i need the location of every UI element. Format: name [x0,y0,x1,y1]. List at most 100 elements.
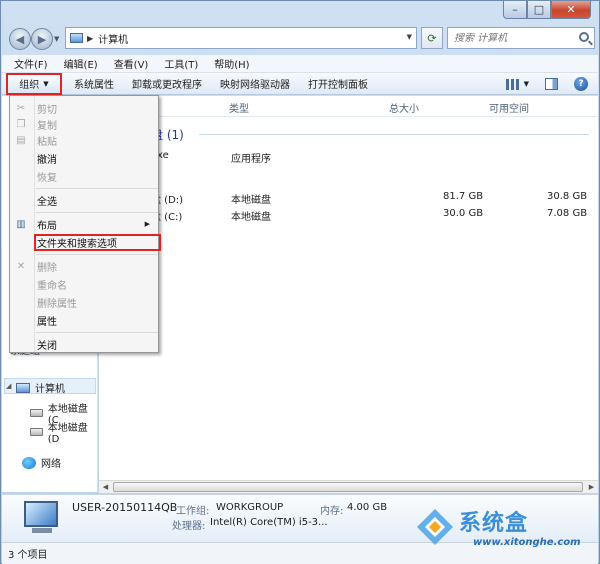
toolbar-right: ▼ ? [505,73,598,95]
app-type: 应用程序 [231,154,271,165]
menu-separator [36,332,158,333]
column-free-space[interactable]: 可用空间 [489,98,529,116]
close-button[interactable]: ✕ [551,1,591,19]
arrow-left-icon: ◀ [15,32,25,46]
scroll-thumb[interactable] [113,482,583,492]
breadcrumb-computer[interactable]: 计算机 [98,31,128,46]
cpu-value: Intel(R) Core(TM) i5-3... [210,517,328,528]
scroll-left-icon[interactable]: ◀ [99,481,112,493]
search-input[interactable] [454,32,572,44]
computer-icon [16,382,30,393]
column-total-size[interactable]: 总大小 [389,98,419,116]
menu-separator [36,254,158,255]
change-view-icon[interactable] [505,78,520,90]
computer-name: USER-20150114QB [72,501,178,514]
menu-item-redo[interactable]: 恢复 [37,168,57,184]
maximize-button[interactable]: □ [527,1,551,19]
memory-value: 4.00 GB [347,502,388,513]
help-icon[interactable]: ? [574,77,588,91]
recent-pages-dropdown[interactable]: ▼ [54,35,59,43]
paste-icon: ▤ [16,134,26,146]
scissors-icon: ✂ [16,102,26,114]
menu-item-paste[interactable]: 粘贴 [37,132,57,148]
view-dropdown-icon[interactable]: ▼ [524,80,529,88]
search-icon[interactable] [579,32,589,42]
header-divider [99,116,598,117]
watermark-text: 系统盒 [459,511,529,536]
menu-separator [36,188,158,189]
computer-icon [70,33,83,43]
drive-c-free: 7.08 GB [547,208,588,219]
drive-d-type: 本地磁盘 [231,195,271,206]
nav-computer[interactable]: 计算机 [16,380,65,395]
menu-tools[interactable]: 工具(T) [164,56,198,71]
menu-edit[interactable]: 编辑(E) [64,56,98,71]
submenu-arrow-icon: ▶ [144,220,150,228]
item-count: 3 个项目 [8,550,48,561]
menu-item-undo[interactable]: 撤消 [37,150,57,166]
group-divider [199,134,589,135]
menu-item-cut[interactable]: 剪切 [37,100,57,116]
workgroup-label: 工作组: [176,506,210,517]
watermark: 系统盒 www.xitonghe.com [411,499,600,564]
address-row: ◀ ▶ ▼ ▶ 计算机 ▼ ⟳ [7,27,595,51]
address-dropdown-icon[interactable]: ▼ [407,33,412,41]
search-box[interactable] [447,27,595,49]
forward-button[interactable]: ▶ [31,28,53,50]
cpu-label: 处理器: [172,521,206,532]
system-properties-button[interactable]: 系统属性 [68,73,120,95]
scroll-right-icon[interactable]: ▶ [585,481,598,493]
menu-view[interactable]: 查看(V) [114,56,149,71]
computer-stand-icon [32,528,52,533]
nav-network-label: 网络 [41,459,61,470]
menu-bar: 文件(F) 编辑(E) 查看(V) 工具(T) 帮助(H) [2,55,598,73]
network-icon [22,456,36,469]
drive-d-free: 30.8 GB [547,191,588,202]
drive-d-total: 81.7 GB [443,191,484,202]
menu-item-properties[interactable]: 属性 [37,312,57,328]
menu-help[interactable]: 帮助(H) [214,56,249,71]
menu-item-select-all[interactable]: 全选 [37,192,57,208]
breadcrumb-separator-icon[interactable]: ▶ [87,34,93,43]
organize-label: 组织 [19,80,40,91]
map-network-drive-button[interactable]: 映射网络驱动器 [214,73,296,95]
address-bar[interactable]: ▶ 计算机 ▼ [65,27,417,49]
chevron-down-icon: ▼ [43,79,49,88]
drive-c-type: 本地磁盘 [231,212,271,223]
watermark-logo-icon [417,509,453,545]
arrow-right-icon: ▶ [37,32,47,46]
drive-icon [30,428,43,436]
nav-drive-d-label: 本地磁盘 (D [47,423,88,445]
menu-item-layout[interactable]: 布局 [37,216,57,232]
menu-separator [36,212,158,213]
horizontal-scrollbar[interactable]: ◀ ▶ [99,480,598,493]
drive-c-total: 30.0 GB [443,208,484,219]
column-type[interactable]: 类型 [229,98,249,116]
back-button[interactable]: ◀ [9,28,31,50]
menu-item-remove-properties[interactable]: 删除属性 [37,294,77,310]
refresh-icon: ⟳ [427,31,437,45]
memory-label: 内存: [320,506,344,517]
nav-computer-label: 计算机 [35,384,65,395]
menu-file[interactable]: 文件(F) [14,56,48,71]
explorer-window: – □ ✕ ◀ ▶ ▼ ▶ 计算机 ▼ ⟳ 文件(F) 编辑(E) 查看(V) … [0,0,600,564]
nav-network[interactable]: 网络 [22,455,61,470]
menu-item-close[interactable]: 关闭 [37,336,57,352]
refresh-button[interactable]: ⟳ [421,27,443,49]
preview-pane-icon[interactable] [545,78,558,90]
nav-drive-d[interactable]: 本地磁盘 (D [30,419,97,445]
expand-arrow-icon[interactable]: ◢ [6,382,11,390]
menu-item-copy[interactable]: 复制 [37,116,57,132]
delete-icon: ✕ [16,260,26,272]
workgroup-value: WORKGROUP [216,502,284,513]
computer-large-icon [24,501,58,527]
organize-button[interactable]: 组织 ▼ [6,72,62,95]
open-control-panel-button[interactable]: 打开控制面板 [302,73,374,95]
drive-icon [30,409,43,417]
highlight-box [34,234,161,251]
menu-item-delete[interactable]: 删除 [37,258,57,274]
menu-item-rename[interactable]: 重命名 [37,276,67,292]
uninstall-program-button[interactable]: 卸载或更改程序 [126,73,208,95]
minimize-button[interactable]: – [503,1,527,19]
file-list: 类型 总大小 可用空间 盘 (1) exe 应用程序 盘 (D:) 本地磁盘 8… [99,96,598,492]
